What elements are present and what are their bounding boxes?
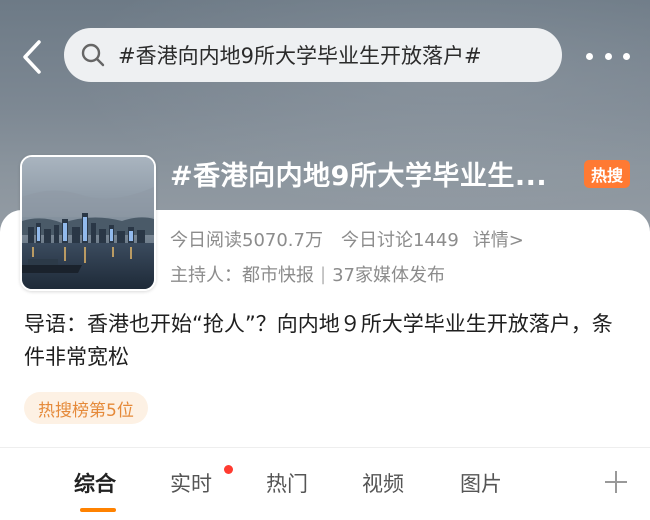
tab-video[interactable]: 视频 bbox=[362, 468, 404, 498]
discussion-count: 今日讨论1449 bbox=[340, 230, 459, 251]
tab-comprehensive[interactable]: 综合 bbox=[74, 468, 116, 498]
more-dots-icon bbox=[586, 52, 593, 60]
hot-badge: 热搜 bbox=[584, 160, 630, 188]
divider bbox=[0, 447, 650, 448]
host-name[interactable]: 主持人：都市快报 bbox=[170, 261, 314, 287]
harbor-skyline-image bbox=[22, 157, 154, 289]
media-count[interactable]: 37家媒体发布 bbox=[332, 261, 445, 287]
host-info: 主持人：都市快报 | 37家媒体发布 bbox=[170, 261, 445, 287]
topic-title: #香港向内地9所大学毕业生... bbox=[170, 161, 548, 192]
tab-hot[interactable]: 热门 bbox=[266, 468, 308, 498]
topic-thumbnail[interactable] bbox=[20, 155, 156, 291]
search-icon bbox=[80, 42, 106, 68]
more-button[interactable] bbox=[586, 42, 630, 70]
active-tab-indicator bbox=[80, 508, 116, 512]
read-count: 今日阅读5070.7万 bbox=[170, 230, 323, 251]
add-tab-button[interactable] bbox=[602, 468, 630, 496]
tab-images[interactable]: 图片 bbox=[460, 468, 502, 498]
topic-intro: 导语：香港也开始“抢人”？向内地９所大学毕业生开放落户，条件非常宽松 bbox=[24, 312, 613, 369]
separator: | bbox=[320, 263, 327, 285]
plus-icon bbox=[605, 471, 627, 493]
topic-stats: 今日阅读5070.7万 今日讨论1449 详情> bbox=[170, 226, 524, 252]
details-link[interactable]: 详情> bbox=[473, 226, 524, 252]
back-button[interactable] bbox=[14, 34, 50, 80]
search-query-text: #香港向内地9所大学毕业生开放落户# bbox=[118, 44, 482, 68]
tab-realtime[interactable]: 实时 bbox=[170, 468, 212, 498]
hot-rank-badge[interactable]: 热搜榜第5位 bbox=[24, 392, 148, 424]
back-arrow-icon bbox=[23, 40, 41, 74]
search-input[interactable]: #香港向内地9所大学毕业生开放落户# bbox=[64, 28, 562, 82]
notification-dot bbox=[224, 465, 233, 474]
tab-bar: 综合 实时 热门 视频 图片 bbox=[0, 462, 650, 512]
